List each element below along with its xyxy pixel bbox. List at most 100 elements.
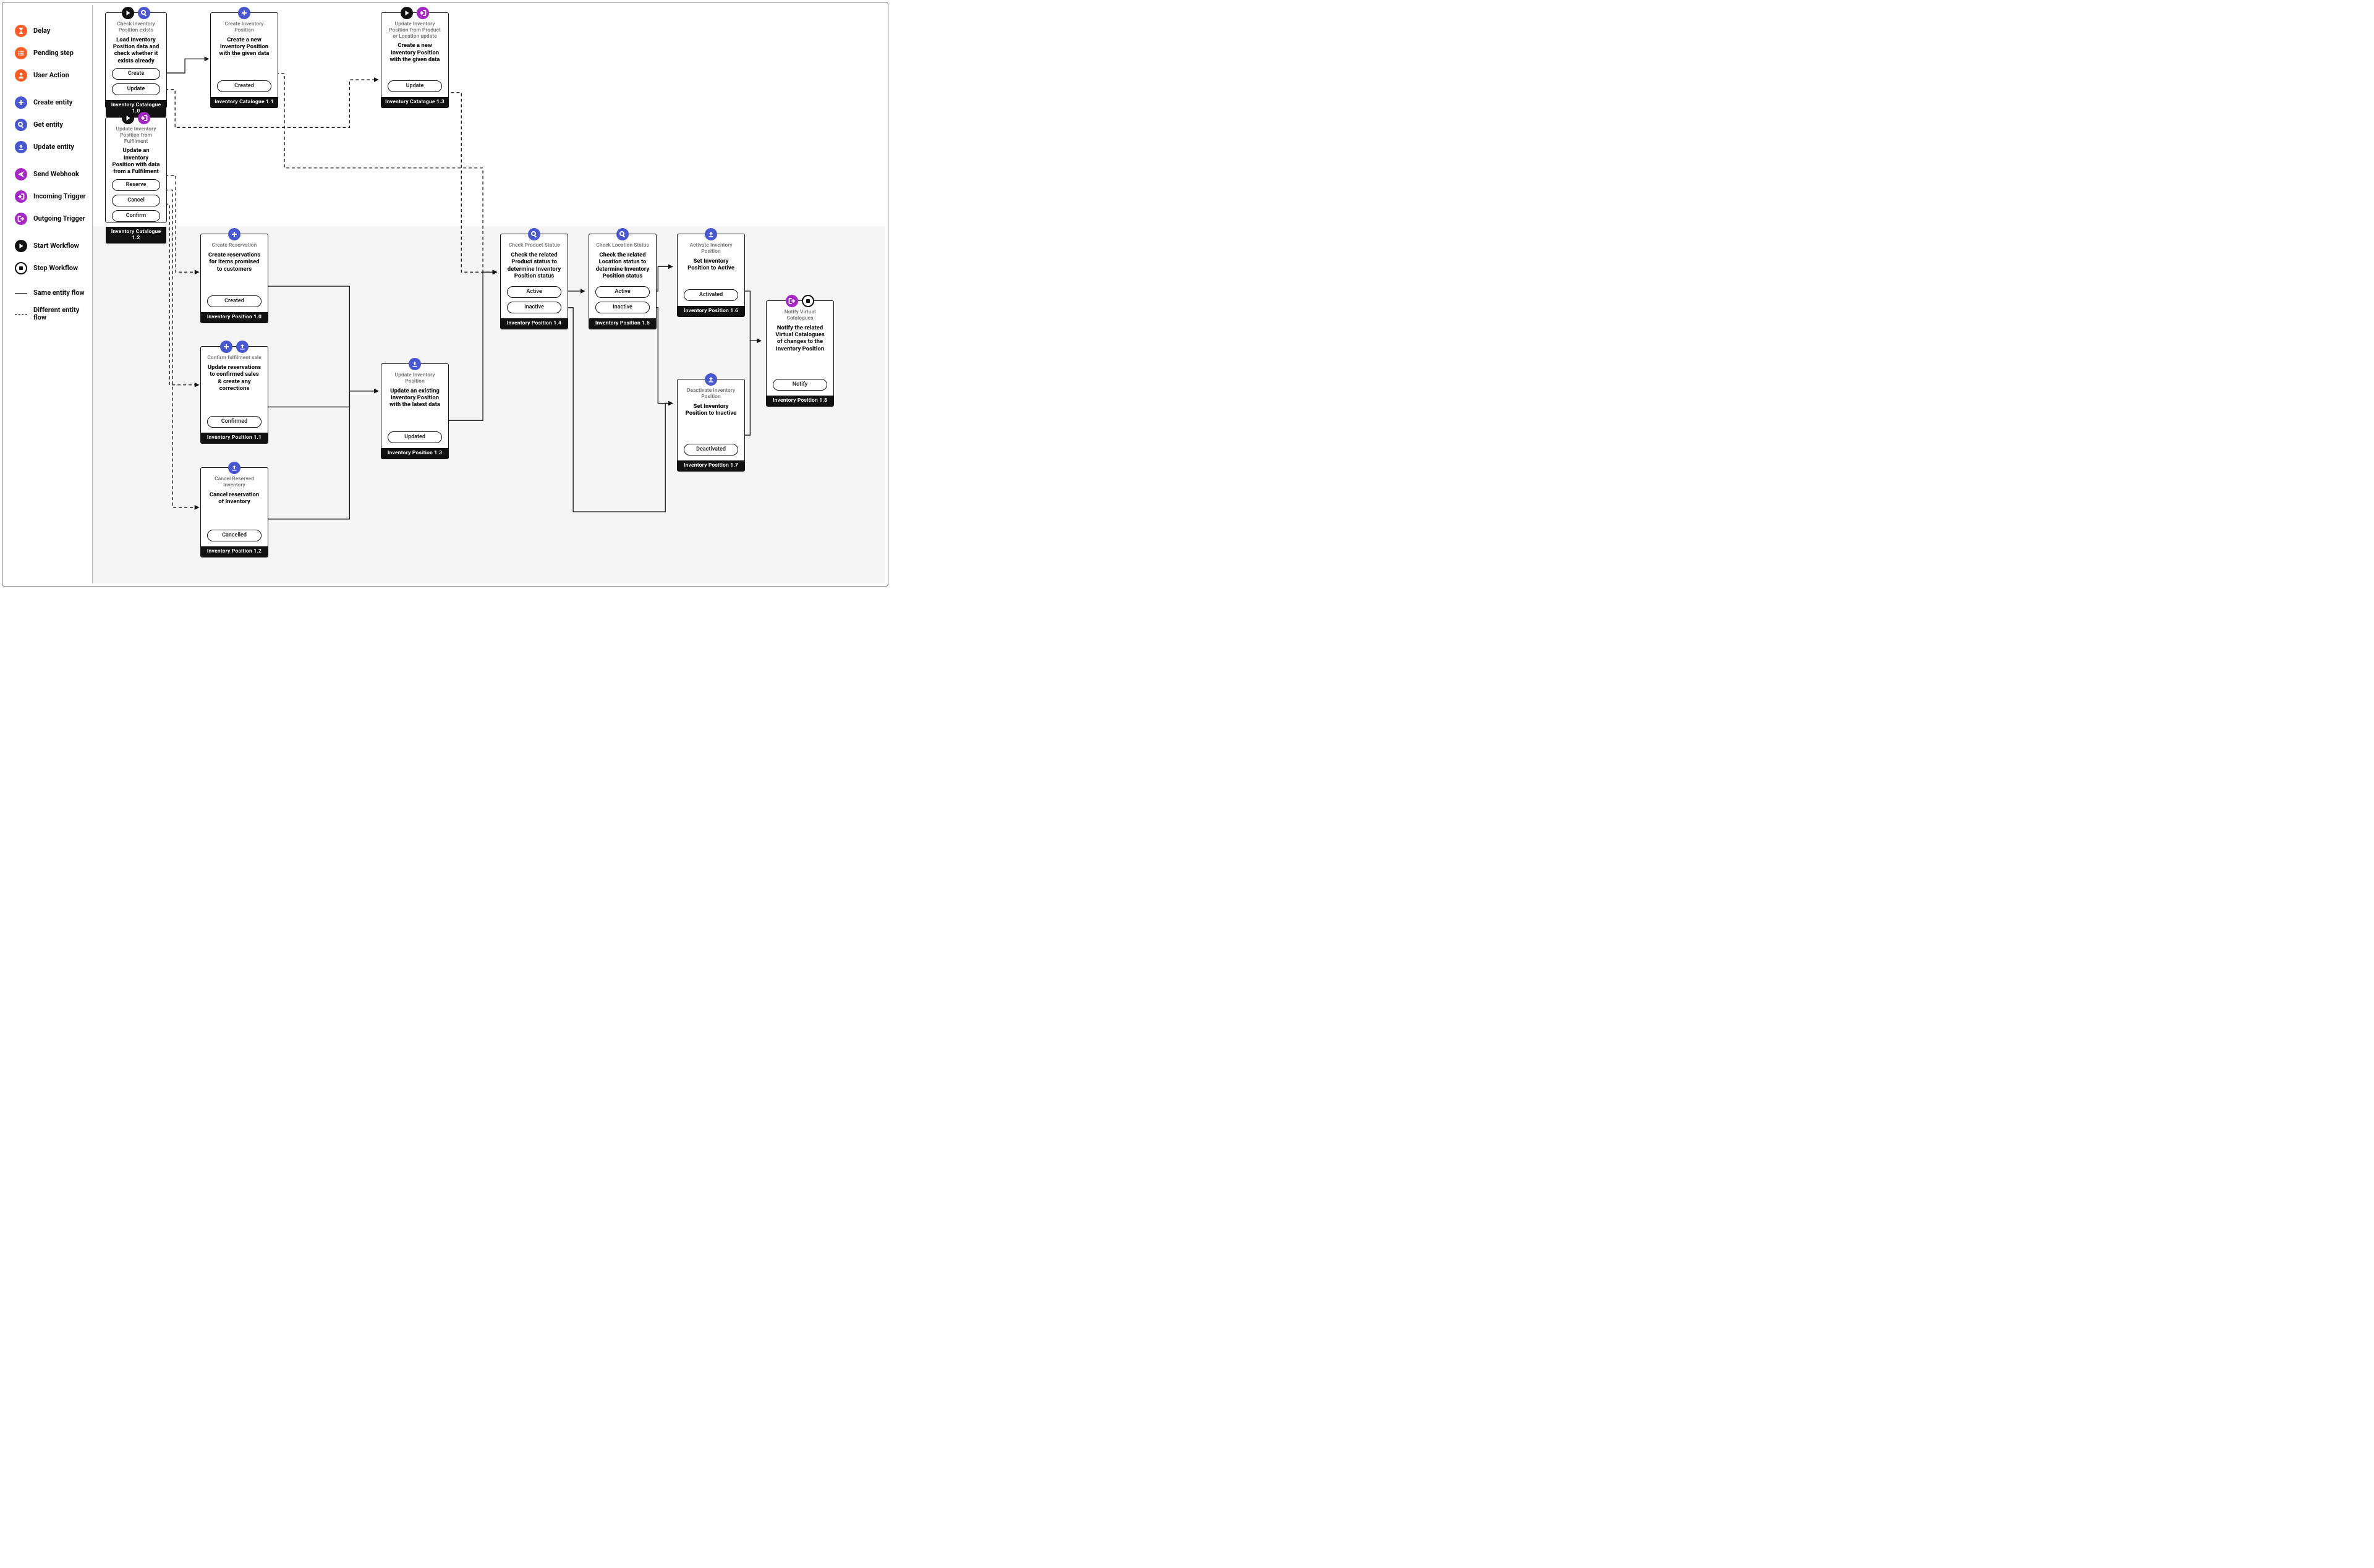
hourglass-icon	[15, 25, 27, 37]
legend-update-entity: Update entity	[15, 141, 89, 153]
outgoing-icon	[786, 295, 798, 307]
node-footer: Inventory Position 1.0	[201, 312, 268, 323]
outgoing-icon	[15, 213, 27, 225]
node-desc: Update an Inventory Position with data f…	[106, 145, 166, 179]
node-title: Check Location Status	[589, 243, 656, 249]
node-title: Deactivate Inventory Position	[678, 388, 744, 400]
plus-icon	[15, 96, 27, 109]
send-icon	[15, 168, 27, 180]
node-inventory-catalogue-1-2: Update Inventory Position from Fulfilmen…	[105, 117, 167, 222]
legend-label: Incoming Trigger	[33, 193, 89, 200]
legend-label: Get entity	[33, 121, 89, 129]
node-desc: Update an existing Inventory Position wi…	[381, 385, 448, 412]
node-footer: Inventory Position 1.3	[381, 448, 448, 459]
plus-icon	[220, 341, 232, 353]
node-footer: Inventory Position 1.5	[589, 318, 656, 329]
play-icon	[401, 7, 413, 19]
node-title: Check Product Status	[501, 243, 568, 249]
legend-same-entity-flow: Same entity flow	[15, 289, 89, 297]
node-title: Activate Inventory Position	[678, 243, 744, 255]
node-button-confirmed: Confirmed	[207, 416, 262, 428]
legend-label: User Action	[33, 72, 89, 79]
node-button-updated: Updated	[388, 431, 442, 443]
node-desc: Set Inventory Position to Active	[678, 255, 744, 276]
upload-icon	[15, 141, 27, 153]
legend-pending-step: Pending step	[15, 47, 89, 59]
node-inventory-catalogue-1-3: Update Inventory Position from Product o…	[381, 12, 449, 108]
node-inventory-position-1-0: Create Reservation Create reservations f…	[200, 234, 268, 323]
node-inventory-position-1-2: Cancel Reserved Inventory Cancel reserva…	[200, 467, 268, 557]
search-icon	[616, 228, 629, 240]
legend-panel: Delay Pending step User Action Create en…	[15, 25, 89, 331]
node-title: Update Inventory Position from Fulfilmen…	[106, 127, 166, 145]
legend-create-entity: Create entity	[15, 96, 89, 109]
upload-icon	[409, 358, 421, 370]
legend-user-action: User Action	[15, 69, 89, 82]
upload-icon	[236, 341, 249, 353]
node-title: Check Inventory Position exists	[106, 22, 166, 34]
legend-label: Pending step	[33, 49, 89, 57]
node-inventory-catalogue-1-0: Check Inventory Position exists Load Inv…	[105, 12, 167, 108]
search-icon	[138, 7, 150, 19]
legend-label: Delay	[33, 27, 89, 35]
node-desc: Create reservations for items promised t…	[201, 249, 268, 276]
solid-line-sample	[15, 293, 27, 294]
legend-start-workflow: Start Workflow	[15, 240, 89, 252]
user-icon	[15, 69, 27, 82]
node-desc: Load Inventory Position data and check w…	[106, 34, 166, 69]
node-desc: Set Inventory Position to Inactive	[678, 400, 744, 421]
node-button-cancelled: Cancelled	[207, 530, 262, 541]
legend-label: Send Webhook	[33, 171, 89, 178]
upload-icon	[705, 228, 717, 240]
legend-delay: Delay	[15, 25, 89, 37]
legend-send-webhook: Send Webhook	[15, 168, 89, 180]
node-button-cancel: Cancel	[112, 195, 160, 206]
legend-label: Outgoing Trigger	[33, 215, 89, 222]
play-icon	[15, 240, 27, 252]
plus-icon	[238, 7, 250, 19]
node-inventory-position-1-4: Check Product Status Check the related P…	[500, 234, 568, 329]
node-inventory-catalogue-1-1: Create Inventory Position Create a new I…	[210, 12, 278, 108]
incoming-icon	[15, 190, 27, 203]
node-button-active: Active	[595, 286, 650, 298]
legend-get-entity: Get entity	[15, 119, 89, 131]
node-footer: Inventory Position 1.4	[501, 318, 568, 329]
node-desc: Check the related Product status to dete…	[501, 249, 568, 284]
node-desc: Create a new Inventory Position with the…	[381, 40, 448, 67]
node-footer: Inventory Position 1.6	[678, 306, 744, 316]
node-footer: Inventory Position 1.1	[201, 433, 268, 443]
legend-outgoing-trigger: Outgoing Trigger	[15, 213, 89, 225]
search-icon	[15, 119, 27, 131]
diagram-canvas: Check Inventory Position exists Load Inv…	[93, 5, 885, 583]
node-button-active: Active	[507, 286, 561, 298]
plus-icon	[228, 228, 240, 240]
incoming-icon	[417, 7, 429, 19]
legend-label: Create entity	[33, 99, 89, 106]
node-inventory-position-1-3: Update Inventory Position Update an exis…	[381, 363, 449, 459]
node-button-reserve: Reserve	[112, 179, 160, 191]
incoming-icon	[138, 112, 150, 124]
node-footer: Inventory Position 1.7	[678, 460, 744, 471]
legend-label: Same entity flow	[33, 289, 89, 297]
upload-icon	[228, 462, 240, 474]
node-desc: Cancel reservation of Inventory	[201, 489, 268, 509]
node-desc: Notify the related Virtual Catalogues of…	[767, 322, 833, 357]
stop-icon	[15, 262, 27, 274]
node-title: Notify Virtual Catalogues	[767, 310, 833, 322]
legend-label: Different entity flow	[33, 307, 89, 321]
list-icon	[15, 47, 27, 59]
upload-icon	[705, 373, 717, 386]
search-icon	[528, 228, 540, 240]
node-button-activated: Activated	[684, 289, 738, 301]
node-button-update: Update	[388, 80, 442, 92]
node-title: Confirm fulfilment sale	[201, 355, 268, 362]
legend-label: Start Workflow	[33, 242, 89, 250]
play-icon	[122, 112, 134, 124]
node-footer: Inventory Catalogue 1.3	[381, 97, 448, 108]
legend-different-entity-flow: Different entity flow	[15, 307, 89, 321]
diagram-frame: Delay Pending step User Action Create en…	[2, 2, 888, 587]
node-footer: Inventory Position 1.8	[767, 396, 833, 406]
node-title: Create Reservation	[201, 243, 268, 249]
node-title: Create Inventory Position	[211, 22, 278, 34]
node-inventory-position-1-7: Deactivate Inventory Position Set Invent…	[677, 379, 745, 472]
